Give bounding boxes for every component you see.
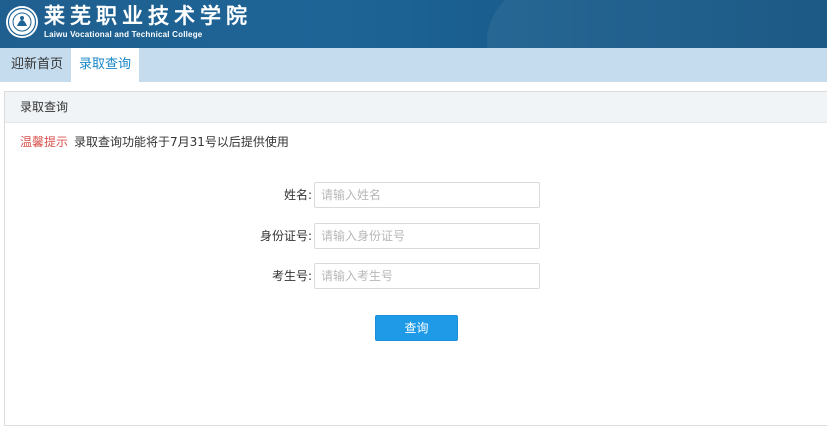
brand-name-chinese: 莱芜职业技术学院 (44, 3, 252, 28)
notice-message: 录取查询功能将于7月31号以后提供使用 (74, 135, 289, 149)
name-input[interactable] (314, 182, 540, 208)
form-row-exam-number: 考生号: (5, 263, 827, 289)
header-decoration (487, 0, 827, 48)
notice-tip-label: 温馨提示 (20, 135, 69, 149)
tab-welcome-home[interactable]: 迎新首页 (5, 48, 69, 82)
form-row-name: 姓名: (5, 182, 827, 208)
exam-number-label: 考生号: (271, 269, 312, 283)
panel-title: 录取查询 (5, 92, 827, 123)
tab-admission-query[interactable]: 录取查询 (71, 48, 139, 82)
query-panel: 录取查询 温馨提示录取查询功能将于7月31号以后提供使用 姓名: 身份证号: 考… (4, 91, 827, 426)
query-button[interactable]: 查询 (375, 315, 458, 341)
id-number-label: 身份证号: (259, 229, 312, 243)
college-seal-icon (6, 6, 38, 38)
brand-name-english: Laiwu Vocational and Technical College (44, 30, 203, 39)
id-number-input[interactable] (314, 223, 540, 249)
site-header: 莱芜职业技术学院 Laiwu Vocational and Technical … (0, 0, 827, 48)
exam-number-input[interactable] (314, 263, 540, 289)
main-nav: 迎新首页 录取查询 (0, 48, 827, 82)
notice-line: 温馨提示 录取查询功能将于7月31号以后提供使用 (20, 133, 289, 150)
form-row-id-number: 身份证号: (5, 223, 827, 249)
name-label: 姓名: (283, 188, 312, 202)
